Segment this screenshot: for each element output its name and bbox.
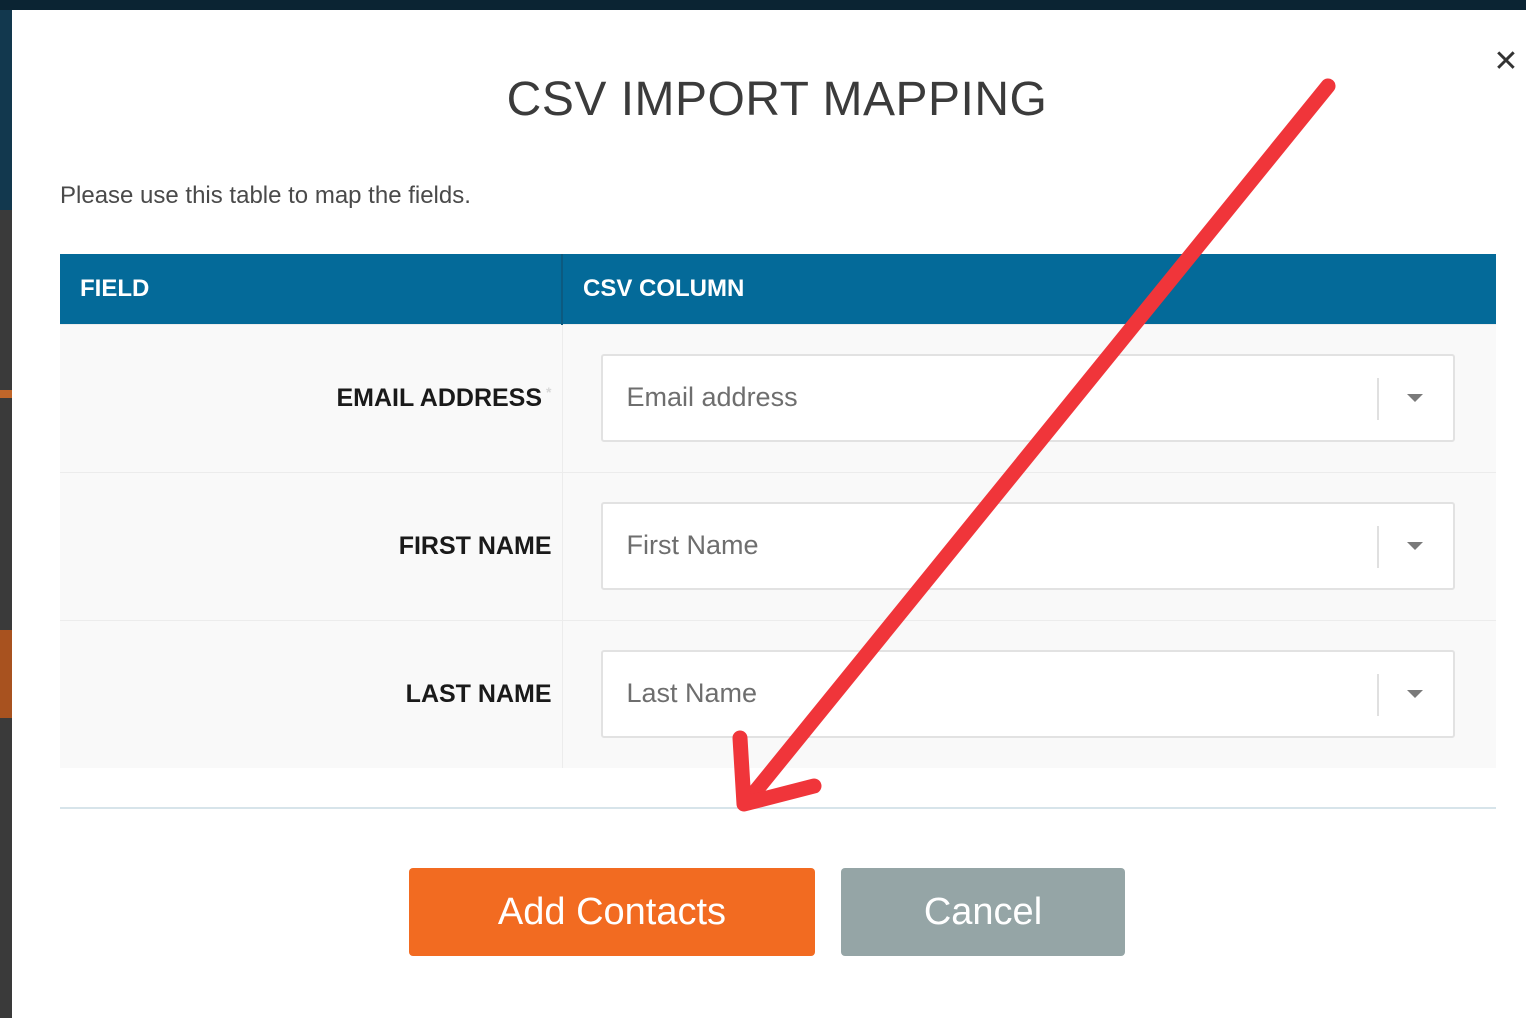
modal-title: CSV IMPORT MAPPING (506, 73, 1048, 126)
chevron-down-icon[interactable] (1406, 394, 1423, 402)
background-accent (0, 390, 12, 398)
background-button (0, 630, 12, 718)
chevron-down-icon[interactable] (1406, 690, 1423, 699)
instructions-text: Please use this table to map the fields. (60, 182, 471, 209)
header-csv-column: CSV COLUMN (562, 254, 1496, 324)
mapping-table: FIELD CSV COLUMN EMAIL ADDRESS * Email ad… (60, 254, 1496, 768)
select-separator (1376, 378, 1379, 420)
background-sidebar (0, 10, 12, 210)
last-name-column-select[interactable]: Last Name (600, 650, 1455, 739)
select-separator (1376, 526, 1379, 568)
field-label-first-name: FIRST NAME (398, 531, 552, 560)
table-row: EMAIL ADDRESS * Email address (60, 323, 1496, 472)
select-value: Email address (626, 382, 798, 412)
footer-divider (60, 807, 1496, 809)
field-label-cell: LAST NAME (60, 619, 563, 768)
field-label-email: EMAIL ADDRESS (336, 383, 543, 412)
first-name-column-select[interactable]: First Name (600, 502, 1455, 590)
select-cell: First Name (562, 471, 1496, 620)
header-field: FIELD (60, 254, 563, 324)
select-separator (1376, 674, 1379, 717)
select-cell: Email address (562, 323, 1496, 472)
select-cell: Last Name (562, 619, 1496, 768)
csv-import-modal: ✕ CSV IMPORT MAPPING Please use this tab… (12, 10, 1526, 1018)
table-row: FIRST NAME First Name (60, 471, 1496, 620)
email-column-select[interactable]: Email address (600, 354, 1455, 442)
field-label-cell: FIRST NAME (60, 471, 563, 620)
field-label-last-name: LAST NAME (405, 679, 552, 708)
add-contacts-button[interactable]: Add Contacts (409, 868, 815, 956)
background-topbar (0, 0, 1526, 10)
select-value: First Name (626, 530, 759, 560)
cancel-button[interactable]: Cancel (841, 868, 1125, 956)
field-label-cell: EMAIL ADDRESS * (60, 323, 563, 472)
select-value: Last Name (626, 678, 758, 709)
chevron-down-icon[interactable] (1406, 542, 1423, 550)
required-mark: * (546, 383, 552, 400)
table-row: LAST NAME Last Name (60, 619, 1496, 768)
table-header-row: FIELD CSV COLUMN (60, 254, 1496, 324)
